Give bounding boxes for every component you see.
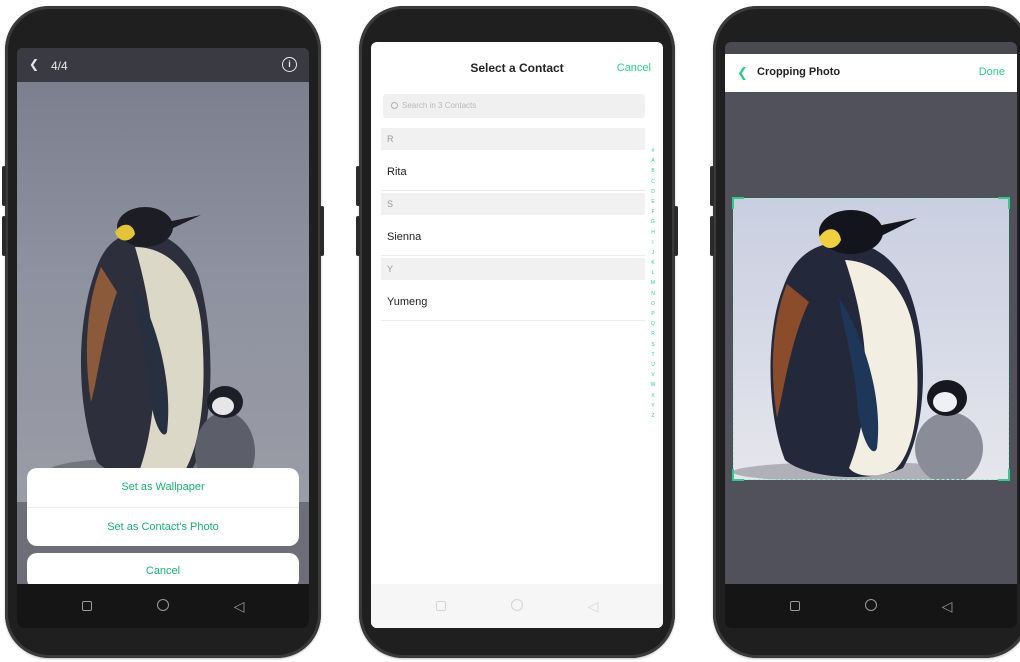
- alphabet-index-letter[interactable]: O: [649, 299, 657, 309]
- penguin-image: [47, 207, 255, 492]
- back-triangle-icon[interactable]: ◁: [585, 598, 601, 614]
- alphabet-index-letter[interactable]: C: [649, 177, 657, 187]
- cropping-header: ❮ Cropping Photo Done: [725, 54, 1017, 92]
- volume-button: [710, 166, 714, 206]
- alphabet-index-letter[interactable]: J: [649, 248, 657, 258]
- system-navbar: ◁: [17, 584, 309, 628]
- search-icon: [391, 102, 398, 109]
- system-navbar: ◁: [725, 584, 1017, 628]
- divider: [381, 320, 645, 321]
- recents-square-icon[interactable]: [787, 598, 803, 614]
- alphabet-index-letter[interactable]: L: [649, 268, 657, 278]
- alphabet-index-letter[interactable]: M: [649, 278, 657, 288]
- volume-button: [2, 216, 6, 256]
- volume-button: [356, 166, 360, 206]
- penguin-photo: [17, 82, 309, 502]
- volume-button: [356, 216, 360, 256]
- alphabet-index-letter[interactable]: F: [649, 207, 657, 217]
- cropping-screen: ❮ Cropping Photo Done ◁: [725, 42, 1017, 628]
- contact-item[interactable]: Yumeng: [387, 296, 645, 308]
- cancel-button[interactable]: Cancel: [617, 62, 651, 74]
- chevron-left-icon[interactable]: ❮: [737, 65, 748, 81]
- alphabet-index-letter[interactable]: A: [649, 156, 657, 166]
- alphabet-index-letter[interactable]: W: [649, 380, 657, 390]
- alphabet-index-letter[interactable]: E: [649, 197, 657, 207]
- home-circle-icon[interactable]: [509, 598, 525, 614]
- select-contact-screen: Select a Contact Cancel Search in 3 Cont…: [371, 42, 663, 628]
- set-as-wallpaper-option[interactable]: Set as Wallpaper: [27, 468, 299, 507]
- alphabet-index-letter[interactable]: N: [649, 289, 657, 299]
- crop-frame[interactable]: [732, 197, 1010, 481]
- alphabet-index-letter[interactable]: H: [649, 228, 657, 238]
- home-circle-icon[interactable]: [863, 598, 879, 614]
- divider: [381, 255, 645, 256]
- volume-button: [710, 216, 714, 256]
- chevron-left-icon[interactable]: ❮: [29, 57, 39, 71]
- alphabet-index-letter[interactable]: Z: [649, 411, 657, 421]
- alphabet-index-bar[interactable]: # A B C D E F G H I J K L M N O P Q R S T U V W X Y Z: [649, 146, 657, 421]
- crop-handle-bottom-left[interactable]: [732, 469, 744, 481]
- section-header-y: Y: [381, 258, 645, 280]
- contact-item[interactable]: Rita: [387, 166, 645, 178]
- alphabet-index-letter[interactable]: I: [649, 238, 657, 248]
- crop-handle-bottom-right[interactable]: [998, 469, 1010, 481]
- page-title: Cropping Photo: [757, 66, 841, 78]
- alphabet-index-letter[interactable]: U: [649, 360, 657, 370]
- system-navbar: ◁: [371, 584, 663, 628]
- gallery-header: ❮ 4/4 i: [17, 48, 309, 82]
- alphabet-index-letter[interactable]: B: [649, 166, 657, 176]
- alphabet-index-letter[interactable]: D: [649, 187, 657, 197]
- alphabet-index-letter[interactable]: V: [649, 370, 657, 380]
- set-as-contact-photo-option[interactable]: Set as Contact's Photo: [27, 507, 299, 546]
- alphabet-index-letter[interactable]: Y: [649, 401, 657, 411]
- crop-handle-top-right[interactable]: [998, 197, 1010, 209]
- phone-contacts: Select a Contact Cancel Search in 3 Cont…: [356, 6, 678, 658]
- contact-item[interactable]: Sienna: [387, 231, 645, 243]
- phone-crop: ❮ Cropping Photo Done ◁: [710, 6, 1020, 658]
- power-button: [320, 206, 324, 256]
- set-as-action-sheet: Set as Wallpaper Set as Contact's Photo: [27, 468, 299, 546]
- section-header-s: S: [381, 193, 645, 215]
- crop-handle-top-left[interactable]: [732, 197, 744, 209]
- back-triangle-icon[interactable]: ◁: [231, 598, 247, 614]
- volume-button: [2, 166, 6, 206]
- done-button[interactable]: Done: [979, 66, 1005, 78]
- alphabet-index-letter[interactable]: P: [649, 309, 657, 319]
- select-contact-header: Select a Contact Cancel: [371, 54, 663, 84]
- alphabet-index-letter[interactable]: #: [649, 146, 657, 156]
- phone-gallery: ❮ 4/4 i Set as Wallpaper Set as Contact'…: [2, 6, 324, 658]
- info-icon[interactable]: i: [282, 57, 297, 72]
- alphabet-index-letter[interactable]: K: [649, 258, 657, 268]
- section-header-r: R: [381, 128, 645, 150]
- alphabet-index-letter[interactable]: S: [649, 340, 657, 350]
- search-input[interactable]: Search in 3 Contacts: [383, 94, 645, 118]
- recents-square-icon[interactable]: [79, 598, 95, 614]
- alphabet-index-letter[interactable]: X: [649, 391, 657, 401]
- home-circle-icon[interactable]: [155, 598, 171, 614]
- back-triangle-icon[interactable]: ◁: [939, 598, 955, 614]
- power-button: [674, 206, 678, 256]
- photo-counter: 4/4: [51, 59, 68, 73]
- alphabet-index-letter[interactable]: T: [649, 350, 657, 360]
- alphabet-index-letter[interactable]: Q: [649, 319, 657, 329]
- search-placeholder: Search in 3 Contacts: [402, 101, 477, 110]
- alphabet-index-letter[interactable]: R: [649, 329, 657, 339]
- gallery-screen: ❮ 4/4 i Set as Wallpaper Set as Contact'…: [17, 48, 309, 628]
- divider: [381, 190, 645, 191]
- recents-square-icon[interactable]: [433, 598, 449, 614]
- alphabet-index-letter[interactable]: G: [649, 217, 657, 227]
